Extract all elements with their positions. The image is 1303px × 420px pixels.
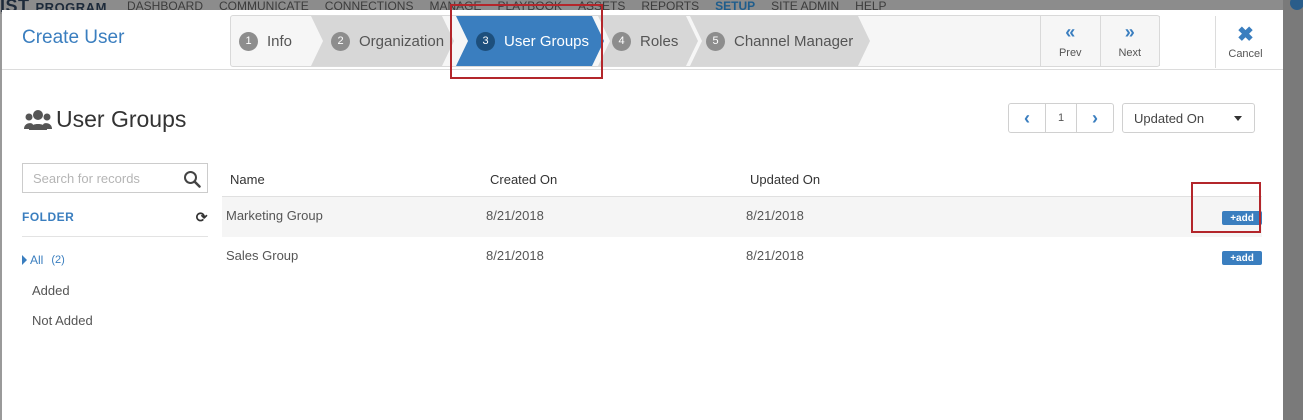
create-user-modal: Create User 1 Info 2 Organization 3 User… bbox=[2, 4, 1283, 420]
step-roles[interactable]: 4 Roles bbox=[598, 16, 698, 66]
step-number: 5 bbox=[706, 32, 725, 51]
step-organization[interactable]: 2 Organization bbox=[311, 16, 454, 66]
table-row: Sales Group 8/21/2018 8/21/2018 +add bbox=[222, 237, 1262, 277]
pagination: ‹ 1 › bbox=[1008, 103, 1114, 133]
sort-dropdown[interactable]: Updated On bbox=[1122, 103, 1255, 133]
prev-button[interactable]: « Prev bbox=[1041, 16, 1101, 66]
table-row: Marketing Group 8/21/2018 8/21/2018 +add bbox=[222, 197, 1262, 237]
modal-title: Create User bbox=[22, 27, 125, 48]
folder-item-not-added[interactable]: Not Added bbox=[32, 313, 93, 328]
step-number: 2 bbox=[331, 32, 350, 51]
double-chevron-right-icon: » bbox=[1124, 22, 1135, 42]
column-header-updated-on[interactable]: Updated On bbox=[750, 172, 820, 187]
row-updated-on: 8/21/2018 bbox=[746, 208, 804, 223]
step-info[interactable]: 1 Info bbox=[239, 16, 319, 66]
next-page-button[interactable]: › bbox=[1077, 104, 1113, 132]
modal-header: Create User 1 Info 2 Organization 3 User… bbox=[2, 4, 1283, 79]
caret-down-icon bbox=[1234, 116, 1242, 121]
page-title: User Groups bbox=[24, 106, 186, 133]
step-label: Info bbox=[267, 32, 293, 50]
sort-selected: Updated On bbox=[1134, 111, 1205, 126]
background-avatar-icon bbox=[1290, 0, 1303, 10]
step-number: 4 bbox=[612, 32, 631, 51]
add-button[interactable]: +add bbox=[1222, 251, 1262, 265]
step-label: Channel Manager bbox=[734, 32, 854, 50]
prev-page-button[interactable]: ‹ bbox=[1009, 104, 1045, 132]
wizard-steps: 1 Info 2 Organization 3 User Groups 4 Ro… bbox=[230, 15, 1160, 67]
annotation-highlight-add bbox=[1191, 182, 1261, 233]
folder-heading: FOLDER bbox=[22, 210, 75, 224]
step-label: Organization bbox=[359, 32, 445, 50]
users-icon bbox=[24, 109, 52, 130]
folder-all-label: All bbox=[30, 253, 44, 267]
annotation-highlight-step bbox=[450, 4, 603, 79]
folder-item-added[interactable]: Added bbox=[32, 283, 70, 298]
step-number: 1 bbox=[239, 31, 258, 51]
wizard-nav: « Prev » Next bbox=[1040, 16, 1160, 66]
step-channel-manager[interactable]: 5 Channel Manager bbox=[690, 16, 870, 66]
search-input[interactable] bbox=[23, 164, 183, 192]
chevron-right-icon: › bbox=[1092, 107, 1098, 128]
step-label: Roles bbox=[640, 32, 679, 50]
next-button[interactable]: » Next bbox=[1101, 16, 1160, 66]
refresh-icon[interactable]: ⟳ bbox=[196, 209, 208, 226]
background-right-panel bbox=[1283, 0, 1303, 420]
row-updated-on: 8/21/2018 bbox=[746, 248, 804, 263]
double-chevron-left-icon: « bbox=[1065, 22, 1076, 42]
prev-label: Prev bbox=[1058, 47, 1082, 59]
current-page[interactable]: 1 bbox=[1045, 104, 1077, 132]
column-header-name[interactable]: Name bbox=[230, 172, 265, 187]
cancel-label: Cancel bbox=[1228, 47, 1263, 60]
column-header-created-on[interactable]: Created On bbox=[490, 172, 557, 187]
row-created-on: 8/21/2018 bbox=[486, 248, 544, 263]
chevron-left-icon: ‹ bbox=[1024, 107, 1030, 128]
row-name: Marketing Group bbox=[226, 208, 323, 223]
caret-right-icon bbox=[22, 255, 27, 265]
search-box bbox=[22, 163, 208, 193]
folder-item-all[interactable]: All (2) bbox=[22, 253, 65, 267]
folder-all-count: (2) bbox=[51, 254, 65, 266]
search-icon[interactable] bbox=[183, 170, 201, 188]
row-name: Sales Group bbox=[226, 248, 299, 263]
next-label: Next bbox=[1118, 47, 1142, 59]
close-icon: ✖ bbox=[1237, 23, 1254, 46]
folder-header: FOLDER ⟳ bbox=[22, 209, 208, 237]
page-title-text: User Groups bbox=[56, 106, 187, 132]
row-created-on: 8/21/2018 bbox=[486, 208, 544, 223]
table-header: Name Created On Updated On bbox=[222, 170, 1262, 197]
cancel-button[interactable]: ✖ Cancel bbox=[1215, 16, 1275, 68]
